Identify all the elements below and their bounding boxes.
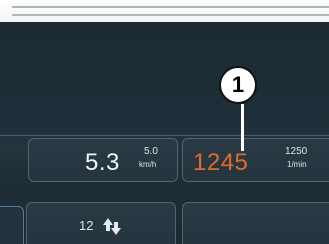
speed-tile[interactable]: 5.3 5.0 km/h [28, 138, 178, 182]
top-frame [0, 0, 329, 22]
speed-unit: km/h [139, 160, 157, 169]
right-partial-tile[interactable] [182, 202, 329, 244]
rpm-unit: 1/min [287, 160, 307, 169]
callout-marker: 1 [219, 66, 261, 108]
gear-value: 12 [79, 218, 94, 233]
callout-leader-line [241, 104, 244, 151]
rpm-target-value: 1250 [285, 146, 308, 157]
screen-divider [0, 135, 329, 136]
rpm-value: 1245 [193, 149, 249, 176]
speed-value: 5.3 [85, 149, 120, 176]
display-screen: 5.3 5.0 km/h 1245 1250 1/min 12 [0, 22, 329, 244]
gear-shift-arrows-icon [103, 218, 121, 235]
rpm-tile[interactable]: 1245 1250 1/min [182, 138, 329, 182]
gear-tile[interactable]: 12 [26, 202, 176, 244]
callout-number: 1 [231, 72, 245, 97]
top-frame-line [12, 6, 329, 16]
left-partial-tile[interactable] [0, 206, 24, 244]
speed-target-value: 5.0 [144, 146, 158, 157]
